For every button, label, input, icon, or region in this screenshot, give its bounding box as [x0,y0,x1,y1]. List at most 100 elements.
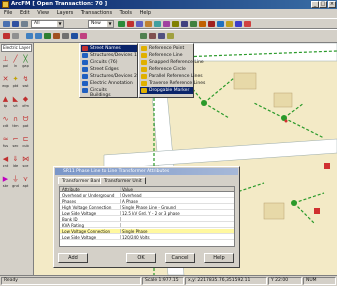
arrester-icon[interactable]: ⋎ [21,176,30,183]
ok-button[interactable]: OK [126,253,156,263]
riser-icon[interactable]: ◣ [11,96,20,103]
pencil-icon[interactable] [226,21,233,27]
layer-item-street-edges[interactable]: Street Edges [81,66,137,73]
column-header: Attribute [62,187,80,192]
table-row-selected[interactable]: Low Voltage Connection Single Phase [60,229,234,235]
layer-item-structures-2[interactable]: Structures/Devices 2 [81,73,137,80]
maximize-button[interactable]: □ [319,1,327,8]
cursor-icon[interactable] [167,33,174,39]
full-extent-icon[interactable] [53,33,60,39]
table-row[interactable]: High Voltage Connection Single Phase Line… [60,205,234,211]
conduit-icon[interactable]: ∿ [1,116,10,123]
menu-view[interactable]: View [37,10,49,16]
title-bar: ArcFM [ Open Transaction: 70 ] _ □ × [0,0,337,9]
menu-edit[interactable]: Edit [20,10,30,16]
measure-icon[interactable] [149,33,156,39]
edit-icon[interactable] [118,21,125,27]
source-icon[interactable]: ⋈ [21,156,30,163]
minimize-button[interactable]: _ [311,1,319,8]
cubicle-icon[interactable]: ⊏ [21,136,30,143]
menu-reference-point[interactable]: Reference Point [140,45,193,52]
flag-icon[interactable] [208,21,215,27]
save-icon[interactable] [12,21,19,27]
reference-tool-menu: Reference Point Reference Line Snapped R… [138,43,205,98]
transformer-icon[interactable]: ◆ [21,96,30,103]
layer-item-street-names[interactable]: Street Names [81,45,137,52]
table-row[interactable]: Phases A Phase [60,199,234,205]
symbol-label: swt [22,84,29,88]
device-icon[interactable]: ✦ [11,76,20,83]
layer-item-structures-1[interactable]: Structures/Devices 1 [81,52,137,59]
pole-icon[interactable]: ⊥ [1,56,10,63]
undo-icon[interactable] [181,21,188,27]
redo-icon[interactable] [190,21,197,27]
tab-transformer-bank[interactable]: Transformer Bank [58,177,106,184]
zoom-out-icon[interactable] [35,33,42,39]
layer-item-electric-annotation[interactable]: Electric Annotation [81,80,137,87]
refresh-icon[interactable] [62,33,69,39]
print-icon[interactable] [21,21,28,27]
table-row[interactable]: Low Side Voltage 120/240 Volts [60,235,234,241]
menu-dropgable-marker[interactable]: Dropgable Marker [140,87,193,94]
status-bar: Ready Scale 1:977.15 x,y: 2217835.76,351… [0,275,337,286]
gap-icon[interactable]: ╳ [21,56,30,63]
menu-help[interactable]: Help [140,10,151,16]
menu-file[interactable]: File [4,10,12,16]
layer-item-buildings[interactable]: Buildings [81,93,137,98]
layer-item-circuits-76[interactable]: Circuits (76) [81,59,137,66]
menu-reference-line[interactable]: Reference Line [140,52,193,59]
table-row[interactable]: Low Side Voltage 12.5 kV Grd. Y - 2 or 3 … [60,211,234,217]
menu-layers[interactable]: Layers [57,10,74,16]
open-icon[interactable] [3,21,10,27]
layers-icon[interactable] [71,33,78,39]
select-icon[interactable] [136,21,143,27]
equipment-icon[interactable]: ✕ [1,76,10,83]
menu-reference-circle[interactable]: Reference Circle [140,66,193,73]
text-icon[interactable] [140,33,147,39]
ground-icon[interactable]: ⏚ [11,176,20,183]
menu-transactions[interactable]: Transactions [81,10,112,16]
section-icon[interactable]: ⌐ [11,136,20,143]
move-icon[interactable] [145,21,152,27]
breaker-icon[interactable]: ▶ [1,176,10,183]
termination-icon[interactable]: ∩ [11,116,20,123]
pan-icon[interactable] [44,33,51,39]
identify-icon[interactable] [235,21,242,27]
table-row[interactable]: Bank ID [60,217,234,223]
paste-icon[interactable] [172,21,179,27]
rotate-icon[interactable] [154,21,161,27]
copy-icon[interactable] [163,21,170,27]
add-button[interactable]: Add [58,253,88,263]
line-icon[interactable]: ╱ [11,56,20,63]
layer-icon [82,46,88,51]
layer-combo[interactable]: Electric Layer [1,44,32,52]
marker-icon[interactable] [158,33,165,39]
fuse-icon[interactable]: ≈ [1,136,10,143]
menu-tools[interactable]: Tools [120,10,132,16]
zoom-in-icon[interactable] [26,33,33,39]
cancel-button[interactable]: Cancel [165,253,195,263]
tap-icon[interactable]: ▲ [1,96,10,103]
load-icon[interactable]: ⇓ [11,156,20,163]
connector-icon[interactable]: ◀ [1,156,10,163]
switch-icon[interactable]: ↯ [21,76,30,83]
help-button[interactable]: Help [204,253,234,263]
table-row[interactable]: KVA Rating [60,223,234,229]
scissors-icon[interactable] [12,33,19,39]
delete-icon[interactable] [127,21,134,27]
menu-snapped-reference-line[interactable]: Snapped Reference Line [140,59,204,66]
pad-icon[interactable]: ᗢ [21,116,30,123]
close-button[interactable]: × [328,1,336,8]
menu-traverse-reference-lines[interactable]: Traverse Reference Lines [140,80,205,87]
cut-icon[interactable] [3,33,10,39]
snap-icon[interactable] [80,33,87,39]
info-icon[interactable] [244,21,251,27]
new-combo[interactable]: New ▼ [88,20,114,28]
scale-combo[interactable]: All ▼ [31,20,64,28]
menu-parallel-reference-lines[interactable]: Parallel Reference Lines [140,73,203,80]
table-row[interactable]: Overhead or Underground Overhead [60,193,234,199]
trace-icon[interactable] [199,21,206,27]
query-icon[interactable] [217,21,224,27]
tab-transformer-unit[interactable]: Transformer Unit [100,177,146,184]
layer-icon [82,88,88,93]
